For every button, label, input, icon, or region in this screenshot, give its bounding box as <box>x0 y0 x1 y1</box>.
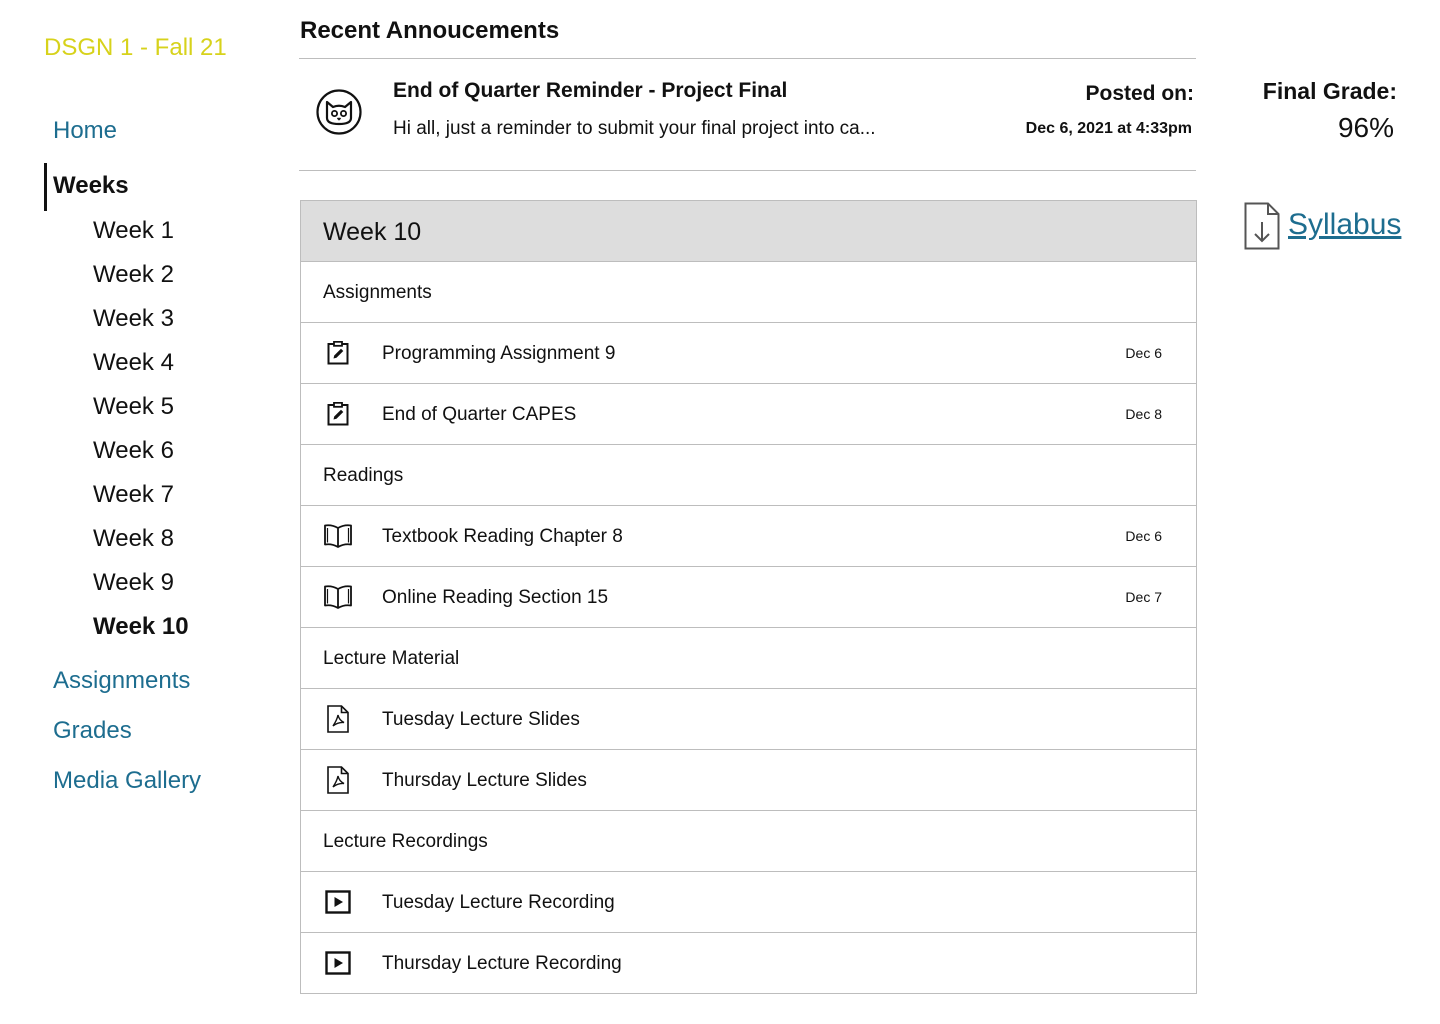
nav-weeks[interactable]: Weeks <box>53 172 129 200</box>
final-grade-value: 96% <box>1337 112 1394 143</box>
nav-assignments-link[interactable]: Assignments <box>53 667 190 695</box>
final-grade-label: Final Grade: <box>1262 78 1397 104</box>
cat-face-icon <box>316 89 362 135</box>
sidebar-item-week-9[interactable]: Week 9 <box>93 569 174 597</box>
nav-home-link[interactable]: Home <box>53 117 117 145</box>
assignment-edit-icon <box>323 400 353 428</box>
list-item[interactable]: Programming Assignment 9 Dec 6 <box>301 323 1196 384</box>
item-label: Tuesday Lecture Recording <box>382 892 615 913</box>
item-due-date: Dec 6 <box>1125 528 1162 544</box>
section-header-assignments: Assignments <box>301 262 1196 323</box>
section-label: Readings <box>323 465 404 486</box>
item-label: Tuesday Lecture Slides <box>382 709 580 730</box>
list-item[interactable]: End of Quarter CAPES Dec 8 <box>301 384 1196 445</box>
sidebar-item-week-7[interactable]: Week 7 <box>93 481 174 509</box>
pdf-file-icon <box>323 766 353 794</box>
item-due-date: Dec 6 <box>1125 345 1162 361</box>
list-item[interactable]: Online Reading Section 15 Dec 7 <box>301 567 1196 628</box>
announcement-posted-label: Posted on: <box>1085 82 1195 105</box>
sidebar-item-week-3[interactable]: Week 3 <box>93 305 174 333</box>
item-label: Programming Assignment 9 <box>382 343 616 364</box>
nav-grades-link[interactable]: Grades <box>53 717 132 745</box>
section-header-lecture-recordings: Lecture Recordings <box>301 811 1196 872</box>
document-download-icon[interactable] <box>1244 202 1280 250</box>
week-panel-title: Week 10 <box>323 218 422 246</box>
open-book-icon <box>323 522 353 550</box>
sidebar-item-week-8[interactable]: Week 8 <box>93 525 174 553</box>
list-item[interactable]: Thursday Lecture Slides <box>301 750 1196 811</box>
sidebar-item-week-2[interactable]: Week 2 <box>93 261 174 289</box>
section-header-lecture-material: Lecture Material <box>301 628 1196 689</box>
list-item[interactable]: Tuesday Lecture Slides <box>301 689 1196 750</box>
sidebar-item-week-10[interactable]: Week 10 <box>93 613 189 641</box>
section-header-readings: Readings <box>301 445 1196 506</box>
sidebar-item-week-4[interactable]: Week 4 <box>93 349 174 377</box>
item-label: Textbook Reading Chapter 8 <box>382 526 623 547</box>
divider <box>299 170 1196 171</box>
section-label: Lecture Material <box>323 648 460 669</box>
syllabus-link[interactable]: Syllabus <box>1288 208 1401 242</box>
sidebar-item-week-6[interactable]: Week 6 <box>93 437 174 465</box>
sidebar-item-week-1[interactable]: Week 1 <box>93 217 174 245</box>
item-due-date: Dec 8 <box>1125 406 1162 422</box>
divider <box>299 58 1196 59</box>
pdf-file-icon <box>323 705 353 733</box>
nav-media-gallery-link[interactable]: Media Gallery <box>53 767 201 795</box>
week-panel: Week 10 Assignments Programming Assignme… <box>300 200 1197 994</box>
announcement-posted-date: Dec 6, 2021 at 4:33pm <box>1025 120 1192 137</box>
announcement-title[interactable]: End of Quarter Reminder - Project Final <box>393 79 787 103</box>
open-book-icon <box>323 583 353 611</box>
item-label: Online Reading Section 15 <box>382 587 609 608</box>
list-item[interactable]: Tuesday Lecture Recording <box>301 872 1196 933</box>
sidebar-item-week-5[interactable]: Week 5 <box>93 393 174 421</box>
announcements-heading: Recent Annoucements <box>300 17 560 44</box>
announcement-preview: Hi all, just a reminder to submit your f… <box>393 118 876 139</box>
item-label: End of Quarter CAPES <box>382 404 577 425</box>
item-label: Thursday Lecture Recording <box>382 953 622 974</box>
list-item[interactable]: Thursday Lecture Recording <box>301 933 1196 994</box>
assignment-edit-icon <box>323 339 353 367</box>
course-title: DSGN 1 - Fall 21 <box>44 34 227 61</box>
nav-active-indicator <box>44 163 47 211</box>
list-item[interactable]: Textbook Reading Chapter 8 Dec 6 <box>301 506 1196 567</box>
video-play-icon <box>323 888 353 916</box>
section-label: Lecture Recordings <box>323 831 488 852</box>
week-panel-header: Week 10 <box>301 201 1196 262</box>
section-label: Assignments <box>323 282 432 303</box>
item-label: Thursday Lecture Slides <box>382 770 587 791</box>
item-due-date: Dec 7 <box>1125 589 1162 605</box>
video-play-icon <box>323 949 353 977</box>
